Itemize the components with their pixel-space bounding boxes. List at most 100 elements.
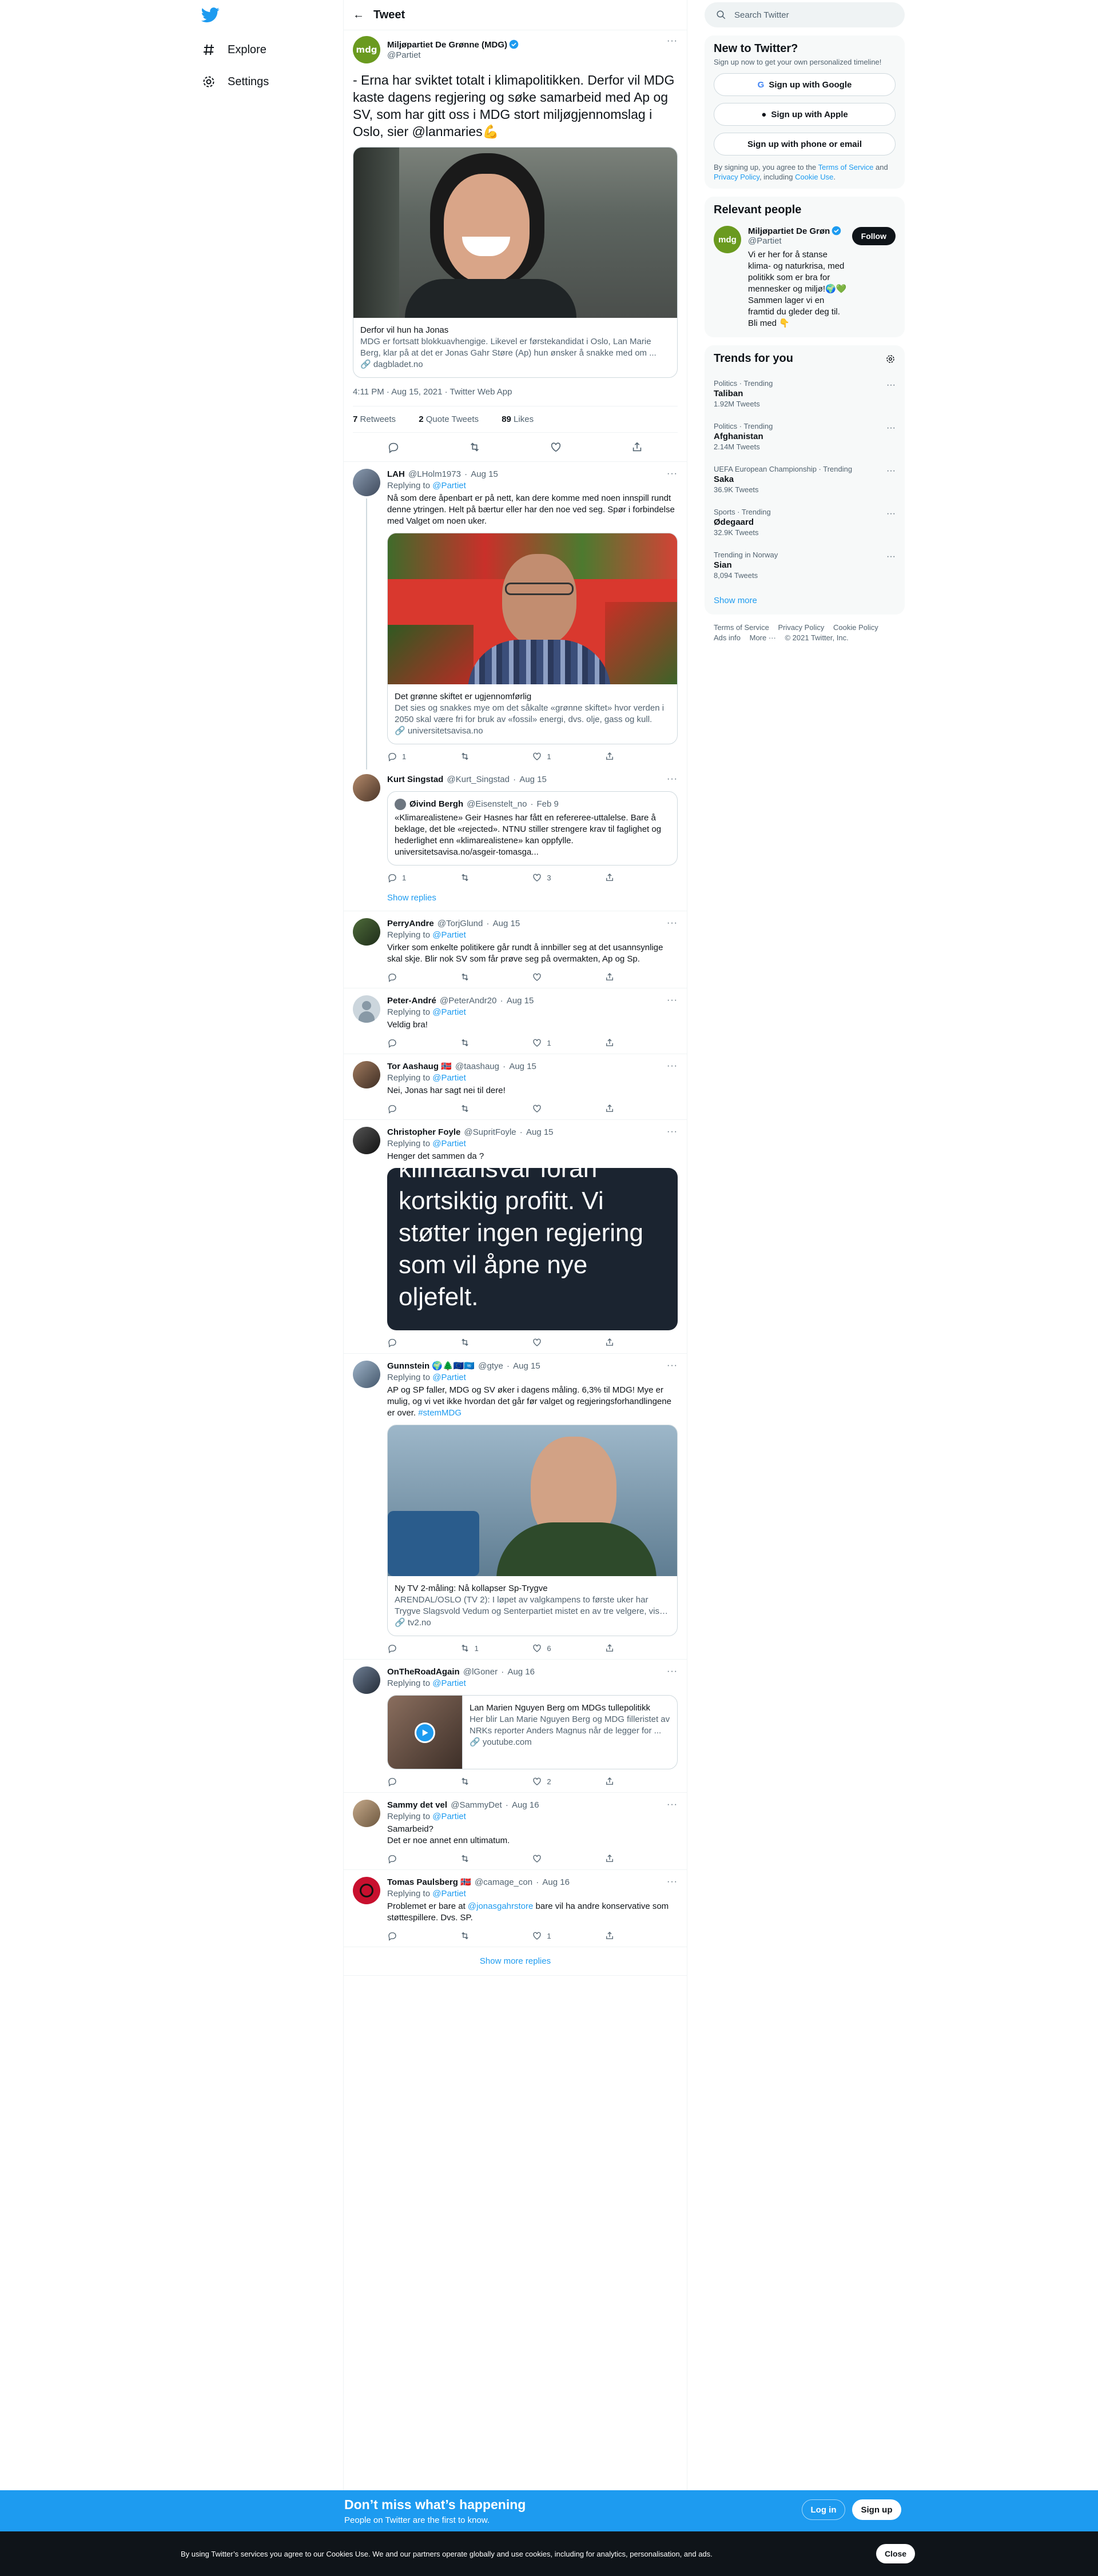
show-more-trends-link[interactable]: Show more: [705, 587, 905, 615]
reply-button[interactable]: [387, 972, 421, 982]
reply-author-handle[interactable]: @lGoner: [463, 1667, 498, 1677]
show-replies-link[interactable]: Show replies: [344, 888, 687, 911]
reply-button[interactable]: [387, 1776, 421, 1787]
like-button[interactable]: 1: [532, 1038, 566, 1048]
retweets-stat[interactable]: 7 Retweets: [353, 414, 406, 424]
reply-author-name[interactable]: Christopher Foyle: [387, 1127, 460, 1137]
retweet-icon[interactable]: [468, 441, 481, 453]
reply-date[interactable]: Aug 15: [507, 996, 534, 1006]
quoted-tweet[interactable]: Øivind Bergh @Eisenstelt_no · Feb 9 «Klim…: [387, 791, 678, 866]
mention-link[interactable]: @Partiet: [432, 1139, 466, 1149]
avatar[interactable]: mdg: [353, 36, 380, 63]
search-input[interactable]: Search Twitter: [705, 2, 905, 27]
avatar[interactable]: mdg: [714, 226, 741, 253]
retweet-button[interactable]: [460, 1038, 494, 1048]
reply-author-name[interactable]: Sammy det vel: [387, 1800, 447, 1810]
reply-button[interactable]: 1: [387, 872, 421, 883]
reply-author-handle[interactable]: @gtye: [478, 1361, 503, 1371]
more-options-icon[interactable]: ···: [886, 552, 896, 562]
show-more-replies-link[interactable]: Show more replies: [344, 1947, 687, 1976]
reply-author-handle[interactable]: @PeterAndr20: [440, 996, 496, 1006]
reply-button[interactable]: 1: [387, 751, 421, 761]
image-attachment[interactable]: klimaansvar foran kortsiktig profitt. Vi…: [387, 1168, 678, 1330]
more-options-icon[interactable]: ···: [667, 1127, 678, 1137]
reply-author-name[interactable]: Tor Aashaug 🇳🇴: [387, 1062, 452, 1071]
more-options-icon[interactable]: ···: [667, 1061, 678, 1071]
share-button[interactable]: [604, 1931, 639, 1941]
reply-author-handle[interactable]: @camage_con: [475, 1877, 532, 1887]
like-button[interactable]: 2: [532, 1776, 566, 1787]
share-button[interactable]: [604, 1776, 639, 1787]
link-card[interactable]: Derfor vil hun ha Jonas MDG er fortsatt …: [353, 147, 678, 378]
reply-date[interactable]: Aug 16: [507, 1667, 535, 1677]
more-options-icon[interactable]: ···: [886, 509, 896, 519]
reply-author-name[interactable]: Peter-André: [387, 996, 436, 1006]
reply-author-handle[interactable]: @LHolm1973: [408, 469, 461, 479]
trend-item[interactable]: Trending in Norway Sian 8,094 Tweets ···: [705, 544, 905, 587]
share-button[interactable]: [604, 872, 639, 883]
more-options-icon[interactable]: ···: [667, 1361, 678, 1371]
video-link-card[interactable]: Lan Marien Nguyen Berg om MDGs tullepoli…: [387, 1695, 678, 1769]
retweet-button[interactable]: 1: [460, 1643, 494, 1653]
more-options-icon[interactable]: ···: [667, 469, 678, 479]
footer-ads-link[interactable]: Ads info: [714, 633, 741, 642]
reply-date[interactable]: Aug 16: [542, 1877, 570, 1887]
privacy-link[interactable]: Privacy Policy: [714, 173, 759, 181]
quote-tweets-stat[interactable]: 2 Quote Tweets: [419, 414, 489, 424]
author-handle[interactable]: @Partiet: [387, 50, 519, 60]
reply-button[interactable]: [387, 1038, 421, 1048]
mention-link[interactable]: @Partiet: [432, 1373, 466, 1382]
reply-date[interactable]: Aug 15: [509, 1062, 536, 1071]
retweet-button[interactable]: [460, 1931, 494, 1941]
link-card[interactable]: Ny TV 2-måling: Nå kollapser Sp-Trygve A…: [387, 1425, 678, 1636]
reply-author-name[interactable]: Kurt Singstad: [387, 775, 443, 784]
more-options-icon[interactable]: ···: [667, 1877, 678, 1887]
mention-link[interactable]: @Partiet: [432, 1889, 466, 1899]
more-options-icon[interactable]: ···: [667, 774, 678, 784]
reply-author-handle[interactable]: @SupritFoyle: [464, 1127, 516, 1137]
reply-tweet[interactable]: Tomas Paulsberg 🇳🇴 @camage_con · Aug 16 …: [344, 1870, 687, 1947]
retweet-button[interactable]: [460, 872, 494, 883]
avatar[interactable]: [353, 1666, 380, 1694]
reply-author-handle[interactable]: @TorjGlund: [437, 919, 483, 928]
like-button[interactable]: [532, 1853, 566, 1864]
retweet-button[interactable]: [460, 972, 494, 982]
reply-author-handle[interactable]: @Kurt_Singstad: [447, 775, 510, 784]
retweet-button[interactable]: [460, 1337, 494, 1347]
more-options-icon[interactable]: ···: [667, 918, 678, 928]
like-button[interactable]: [532, 1103, 566, 1114]
likes-stat[interactable]: 89 Likes: [502, 414, 544, 424]
nav-settings[interactable]: Settings: [201, 67, 269, 96]
reply-date[interactable]: Aug 15: [471, 469, 498, 479]
reply-tweet[interactable]: PerryAndre @TorjGlund · Aug 15 ··· Reply…: [344, 911, 687, 988]
reply-tweet[interactable]: OnTheRoadAgain @lGoner · Aug 16 ··· Repl…: [344, 1660, 687, 1793]
avatar[interactable]: [353, 1877, 380, 1904]
retweet-button[interactable]: [460, 1776, 494, 1787]
more-options-icon[interactable]: ···: [886, 423, 896, 433]
reply-tweet[interactable]: Tor Aashaug 🇳🇴 @taashaug · Aug 15 ··· Re…: [344, 1054, 687, 1120]
more-options-icon[interactable]: ···: [886, 466, 896, 476]
reply-date[interactable]: Aug 16: [512, 1800, 539, 1810]
trend-item[interactable]: Politics · Trending Afghanistan 2.14M Twee…: [705, 415, 905, 458]
reply-button[interactable]: [387, 1337, 421, 1347]
avatar[interactable]: [353, 1361, 380, 1388]
mention-link[interactable]: @jonasgahrstore: [468, 1901, 533, 1911]
footer-privacy-link[interactable]: Privacy Policy: [778, 623, 824, 632]
trend-item[interactable]: Sports · Trending Ødegaard 32.9K Tweets ···: [705, 501, 905, 544]
reply-date[interactable]: Aug 15: [526, 1127, 554, 1137]
share-button[interactable]: [604, 1337, 639, 1347]
footer-cookie-link[interactable]: Cookie Policy: [833, 623, 878, 632]
mention-link[interactable]: @Partiet: [432, 1678, 466, 1688]
like-button[interactable]: 1: [532, 751, 566, 761]
reply-date[interactable]: Aug 15: [493, 919, 520, 928]
reply-author-handle[interactable]: @taashaug: [455, 1062, 499, 1071]
sign-up-apple-button[interactable]: ● Sign up with Apple: [714, 103, 896, 126]
default-avatar-icon[interactable]: [353, 995, 380, 1023]
share-button[interactable]: [604, 751, 639, 761]
trend-item[interactable]: UEFA European Championship · Trending Sak…: [705, 458, 905, 501]
reply-tweet[interactable]: Peter-André @PeterAndr20 · Aug 15 ··· Re…: [344, 988, 687, 1054]
reply-author-name[interactable]: Tomas Paulsberg 🇳🇴: [387, 1877, 471, 1887]
reply-tweet[interactable]: Kurt Singstad @Kurt_Singstad · Aug 15 ··…: [344, 767, 687, 888]
like-icon[interactable]: [550, 441, 562, 453]
settings-gear-icon[interactable]: [885, 354, 896, 364]
